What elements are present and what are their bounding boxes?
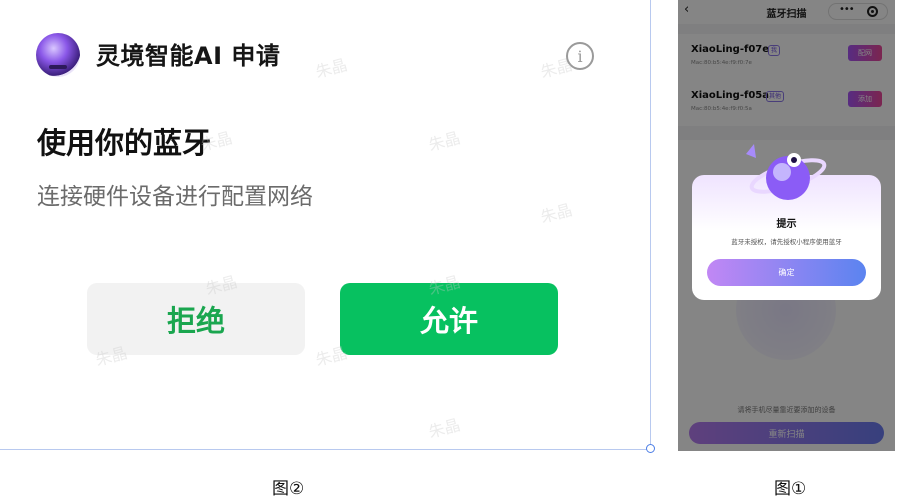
figure-caption-2: 图②: [272, 479, 305, 499]
info-icon[interactable]: i: [566, 42, 594, 70]
mascot-planet-icon: [746, 144, 827, 200]
allow-button[interactable]: 允许: [340, 283, 558, 355]
app-logo: [36, 33, 80, 77]
figure-caption-1: 图①: [774, 479, 807, 499]
watermark: 朱晶: [313, 55, 350, 82]
modal-title: 提示: [776, 219, 797, 230]
watermark: 朱晶: [426, 128, 463, 155]
request-title: 使用你的蓝牙: [37, 126, 212, 160]
phone-screen: ‹ 蓝牙扫描 ••• XiaoLing-f07e 我 Mac:80:b5:4e:…: [678, 0, 895, 451]
watermark: 朱晶: [426, 415, 463, 442]
app-name: 灵境智能AI 申请: [96, 42, 281, 70]
request-description: 连接硬件设备进行配置网络: [37, 184, 313, 210]
permission-dialog: 灵境智能AI 申请 i 使用你的蓝牙 连接硬件设备进行配置网络 拒绝 允许 朱晶…: [0, 0, 651, 450]
resize-handle[interactable]: [646, 444, 655, 453]
modal-message: 蓝牙未授权，请先授权小程序使用蓝牙: [731, 238, 842, 246]
confirm-button[interactable]: 确定: [707, 259, 866, 286]
watermark: 朱晶: [538, 200, 575, 227]
deny-button[interactable]: 拒绝: [87, 283, 305, 355]
